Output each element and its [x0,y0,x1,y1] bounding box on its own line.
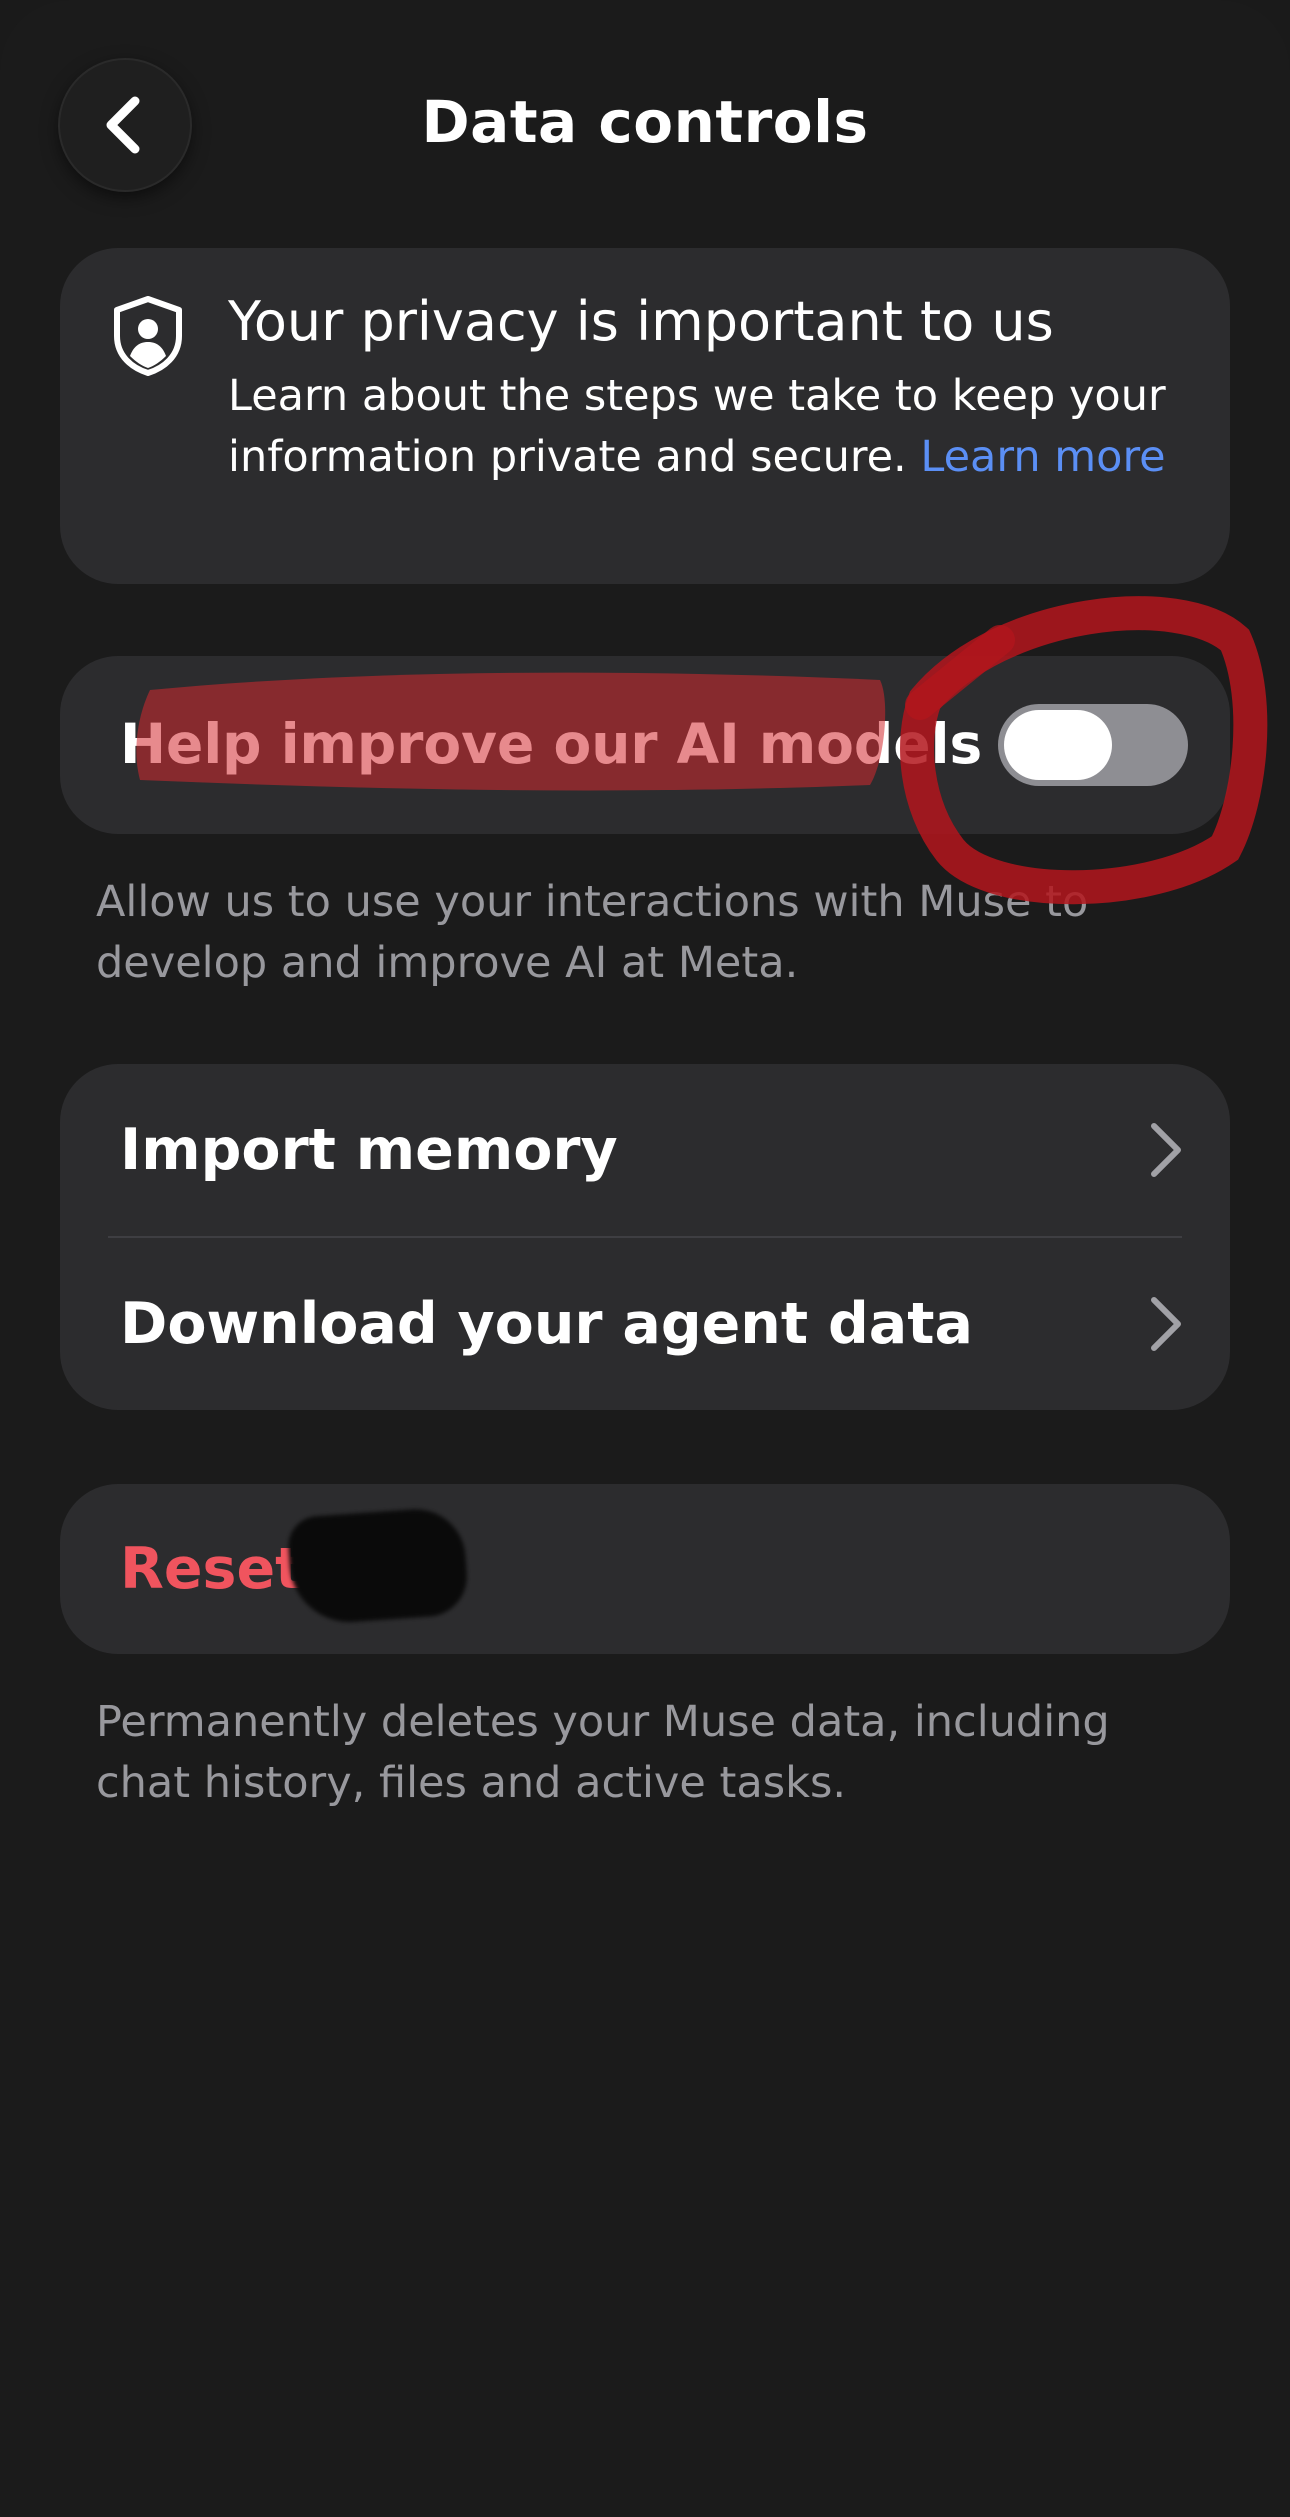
download-agent-data-row[interactable]: Download your agent data [60,1238,1230,1410]
privacy-description: Learn about the steps we take to keep yo… [228,366,1188,488]
ai-models-toggle-switch[interactable] [998,704,1188,786]
ai-models-toggle-row: Help improve our AI models [60,656,1230,834]
ai-models-helper-text: Allow us to use your interactions with M… [96,877,1089,988]
data-menu-card: Import memory Download your agent data [60,1064,1230,1410]
import-memory-row[interactable]: Import memory [60,1064,1230,1236]
import-memory-label: Import memory [120,1117,618,1183]
ai-models-toggle-label: Help improve our AI models [120,712,983,776]
toggle-knob [1004,710,1112,780]
data-controls-screen: Data controls Your privacy is important … [0,0,1290,2517]
chevron-right-icon [1151,1297,1181,1351]
black-redaction-mark [286,1505,470,1627]
reset-helper-text: Permanently deletes your Muse data, incl… [96,1697,1110,1808]
page-title: Data controls [421,88,869,156]
privacy-info-card: Your privacy is important to us Learn ab… [60,248,1230,584]
shield-person-icon [114,296,182,376]
chevron-right-icon [1151,1123,1181,1177]
reset-label: Reset [120,1536,303,1602]
download-agent-data-label: Download your agent data [120,1291,973,1357]
privacy-title: Your privacy is important to us [228,290,1054,353]
reset-button[interactable]: Reset [60,1484,1230,1654]
learn-more-link[interactable]: Learn more [920,432,1165,482]
